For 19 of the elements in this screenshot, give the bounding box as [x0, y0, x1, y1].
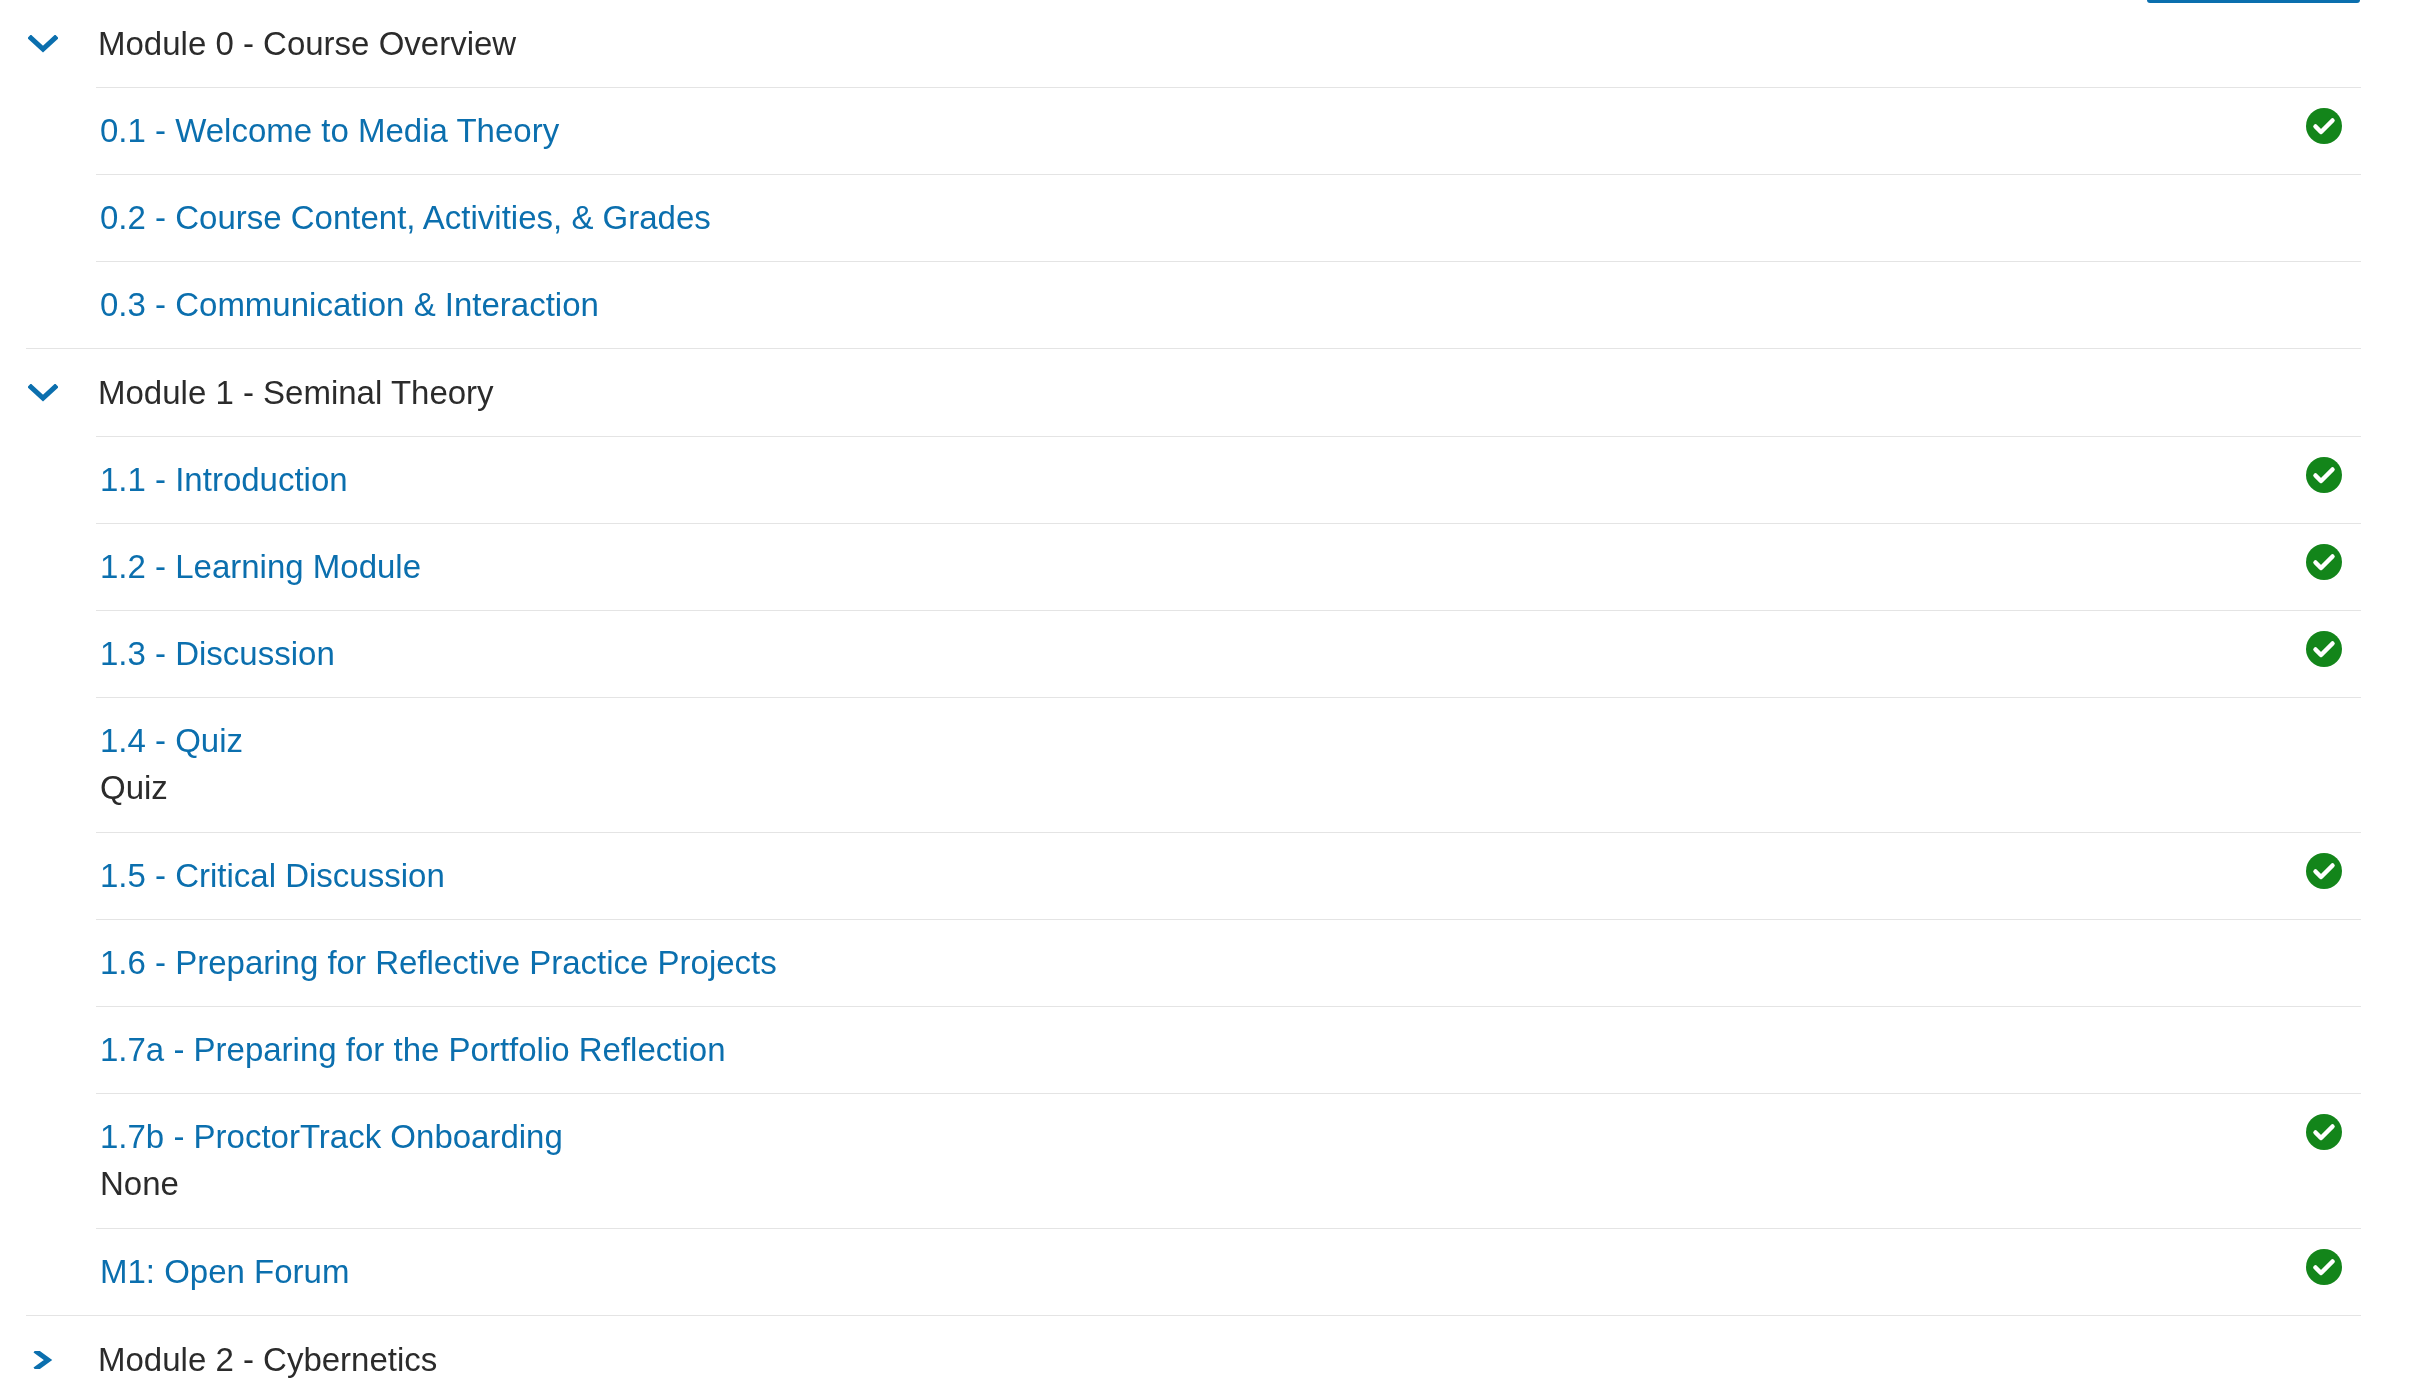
chevron-icon[interactable]	[28, 34, 58, 53]
item-link[interactable]: 1.6 - Preparing for Reflective Practice Projects	[100, 940, 777, 986]
item-link[interactable]: M1: Open Forum	[100, 1249, 350, 1295]
item-link[interactable]: 1.7a - Preparing for the Portfolio Reflection	[100, 1027, 726, 1073]
chevron-icon[interactable]	[28, 383, 58, 402]
item-type-label: None	[100, 1164, 179, 1204]
item-type-label: Quiz	[100, 768, 168, 808]
item-link[interactable]: 1.7b - ProctorTrack Onboarding	[100, 1114, 563, 1160]
module-title: Module 2 - Cybernetics	[98, 1339, 438, 1380]
item-link[interactable]: 0.2 - Course Content, Activities, & Grades	[100, 195, 711, 241]
module-title: Module 0 - Course Overview	[98, 23, 517, 64]
item-link[interactable]: 1.3 - Discussion	[100, 631, 335, 677]
item-link[interactable]: 0.3 - Communication & Interaction	[100, 282, 599, 328]
item-link[interactable]: 1.1 - Introduction	[100, 457, 348, 503]
item-link[interactable]: 1.5 - Critical Discussion	[100, 853, 445, 899]
item-link[interactable]: 1.4 - Quiz	[100, 718, 244, 764]
item-link[interactable]: 0.1 - Welcome to Media Theory	[100, 108, 560, 154]
module-title: Module 1 - Seminal Theory	[98, 372, 494, 413]
item-link[interactable]: 1.2 - Learning Module	[100, 544, 422, 590]
